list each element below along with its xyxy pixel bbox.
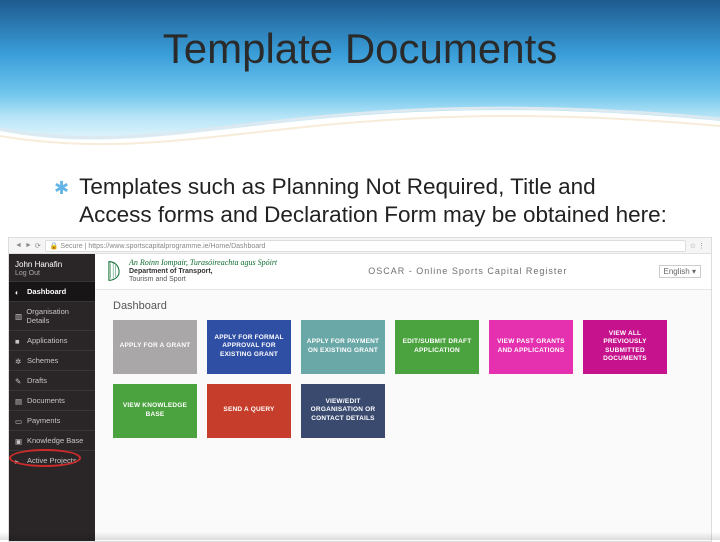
tile-edit-submit-draft[interactable]: EDIT/SUBMIT DRAFT APPLICATION <box>395 320 479 374</box>
sidebar-item-organisation-details[interactable]: ▥ Organisation Details <box>9 301 95 330</box>
sidebar-item-dashboard[interactable]: ◐ Dashboard <box>9 281 95 301</box>
sidebar-item-active-projects[interactable]: ▸ Active Projects <box>9 450 95 470</box>
flag-icon: ▸ <box>15 457 23 465</box>
sidebar-item-label: Payments <box>27 416 60 425</box>
sidebar-item-label: Drafts <box>27 376 47 385</box>
tile-apply-formal-approval[interactable]: APPLY FOR FORMAL APPROVAL FOR EXISTING G… <box>207 320 291 374</box>
tile-view-submitted-documents[interactable]: VIEW ALL PREVIOUSLY SUBMITTED DOCUMENTS <box>583 320 667 374</box>
bookmark-icon[interactable]: ☆ <box>690 242 696 250</box>
folder-icon: ■ <box>15 337 23 345</box>
pencil-icon: ✎ <box>15 377 23 385</box>
harp-icon <box>105 260 123 282</box>
logout-link[interactable]: Log Out <box>15 270 89 277</box>
slide-title: Template Documents <box>0 25 720 73</box>
file-icon: ▤ <box>15 397 23 405</box>
user-name: John Hanafin <box>15 260 89 269</box>
language-value: English <box>664 267 690 276</box>
forward-icon[interactable]: ► <box>25 242 32 250</box>
tachometer-icon: ◐ <box>15 288 23 296</box>
sidebar-item-label: Knowledge Base <box>27 436 83 445</box>
back-icon[interactable]: ◄ <box>15 242 22 250</box>
sidebar-item-schemes[interactable]: ✲ Schemes <box>9 350 95 370</box>
dashboard-panel: Dashboard APPLY FOR A GRANT APPLY FOR FO… <box>95 290 711 458</box>
browser-chrome-bar: ◄ ► ⟳ 🔒 Secure | https://www.sportscapit… <box>9 238 711 254</box>
tile-label: VIEW/EDIT ORGANISATION OR CONTACT DETAIL… <box>305 398 381 422</box>
sidebar-item-applications[interactable]: ■ Applications <box>9 330 95 350</box>
browser-nav-icons: ◄ ► ⟳ <box>15 242 41 250</box>
sidebar-item-drafts[interactable]: ✎ Drafts <box>9 370 95 390</box>
sidebar-item-label: Active Projects <box>27 456 77 465</box>
secure-label: Secure <box>60 243 82 250</box>
slide-header: Template Documents <box>0 0 720 155</box>
sidebar-nav: ◐ Dashboard ▥ Organisation Details ■ App… <box>9 281 95 470</box>
building-icon: ▥ <box>15 312 22 320</box>
bullet-star-icon: ✱ <box>54 178 69 199</box>
tile-label: APPLY FOR A GRANT <box>120 342 191 350</box>
tile-label: APPLY FOR FORMAL APPROVAL FOR EXISTING G… <box>211 334 287 358</box>
tile-view-past-grants[interactable]: VIEW PAST GRANTS AND APPLICATIONS <box>489 320 573 374</box>
sidebar-item-label: Documents <box>27 396 65 405</box>
book-icon: ▣ <box>15 437 23 445</box>
tile-label: VIEW KNOWLEDGE BASE <box>117 402 193 418</box>
sidebar-user-block: John Hanafin Log Out <box>9 254 95 281</box>
cog-icon: ✲ <box>15 357 23 365</box>
tile-label: EDIT/SUBMIT DRAFT APPLICATION <box>399 338 475 354</box>
embedded-screenshot: ◄ ► ⟳ 🔒 Secure | https://www.sportscapit… <box>8 237 712 542</box>
reload-icon[interactable]: ⟳ <box>35 242 41 250</box>
dept-logo-block: An Roinn Iompair, Turasóireachta agus Sp… <box>105 258 277 284</box>
app-title: OSCAR - Online Sports Capital Register <box>368 266 567 276</box>
language-selector[interactable]: English ▾ <box>659 265 702 278</box>
slide-footer-shadow <box>0 532 720 540</box>
tile-label: SEND A QUERY <box>223 406 274 414</box>
tile-apply-for-grant[interactable]: APPLY FOR A GRANT <box>113 320 197 374</box>
sidebar-item-label: Schemes <box>27 356 58 365</box>
sidebar-item-documents[interactable]: ▤ Documents <box>9 390 95 410</box>
logo-en2: Tourism and Sport <box>129 276 277 284</box>
tile-apply-for-payment[interactable]: APPLY FOR PAYMENT ON EXISTING GRANT <box>301 320 385 374</box>
credit-card-icon: ▭ <box>15 417 23 425</box>
tile-view-knowledge-base[interactable]: VIEW KNOWLEDGE BASE <box>113 384 197 438</box>
tile-send-query[interactable]: SEND A QUERY <box>207 384 291 438</box>
tile-row-2: VIEW KNOWLEDGE BASE SEND A QUERY VIEW/ED… <box>113 384 693 438</box>
address-bar[interactable]: 🔒 Secure | https://www.sportscapitalprog… <box>45 240 686 252</box>
tile-label: VIEW PAST GRANTS AND APPLICATIONS <box>493 338 569 354</box>
app-frame: John Hanafin Log Out ◐ Dashboard ▥ Organ… <box>9 254 711 541</box>
logo-en1: Department of Transport, <box>129 268 277 276</box>
tile-row-1: APPLY FOR A GRANT APPLY FOR FORMAL APPRO… <box>113 320 693 374</box>
wave-decoration <box>0 91 720 161</box>
bullet-text: Templates such as Planning Not Required,… <box>79 173 680 229</box>
tile-label: VIEW ALL PREVIOUSLY SUBMITTED DOCUMENTS <box>587 330 663 363</box>
main-content: An Roinn Iompair, Turasóireachta agus Sp… <box>95 254 711 541</box>
main-header: An Roinn Iompair, Turasóireachta agus Sp… <box>95 254 711 289</box>
sidebar-item-label: Applications <box>27 336 67 345</box>
chevron-down-icon: ▾ <box>692 267 696 276</box>
dept-logo-text: An Roinn Iompair, Turasóireachta agus Sp… <box>129 258 277 284</box>
sidebar-item-label: Dashboard <box>27 287 66 296</box>
sidebar-item-label: Organisation Details <box>26 307 89 325</box>
sidebar-item-payments[interactable]: ▭ Payments <box>9 410 95 430</box>
dashboard-heading: Dashboard <box>113 300 693 312</box>
chrome-menu-icon[interactable]: ⋮ <box>698 242 705 250</box>
tile-label: APPLY FOR PAYMENT ON EXISTING GRANT <box>305 338 381 354</box>
logo-ga: An Roinn Iompair, Turasóireachta agus Sp… <box>129 258 277 267</box>
sidebar-item-knowledge-base[interactable]: ▣ Knowledge Base <box>9 430 95 450</box>
bullet-row: ✱ Templates such as Planning Not Require… <box>0 155 720 235</box>
url-text: https://www.sportscapitalprogramme.ie/Ho… <box>88 243 265 250</box>
tile-view-edit-org-details[interactable]: VIEW/EDIT ORGANISATION OR CONTACT DETAIL… <box>301 384 385 438</box>
sidebar: John Hanafin Log Out ◐ Dashboard ▥ Organ… <box>9 254 95 541</box>
